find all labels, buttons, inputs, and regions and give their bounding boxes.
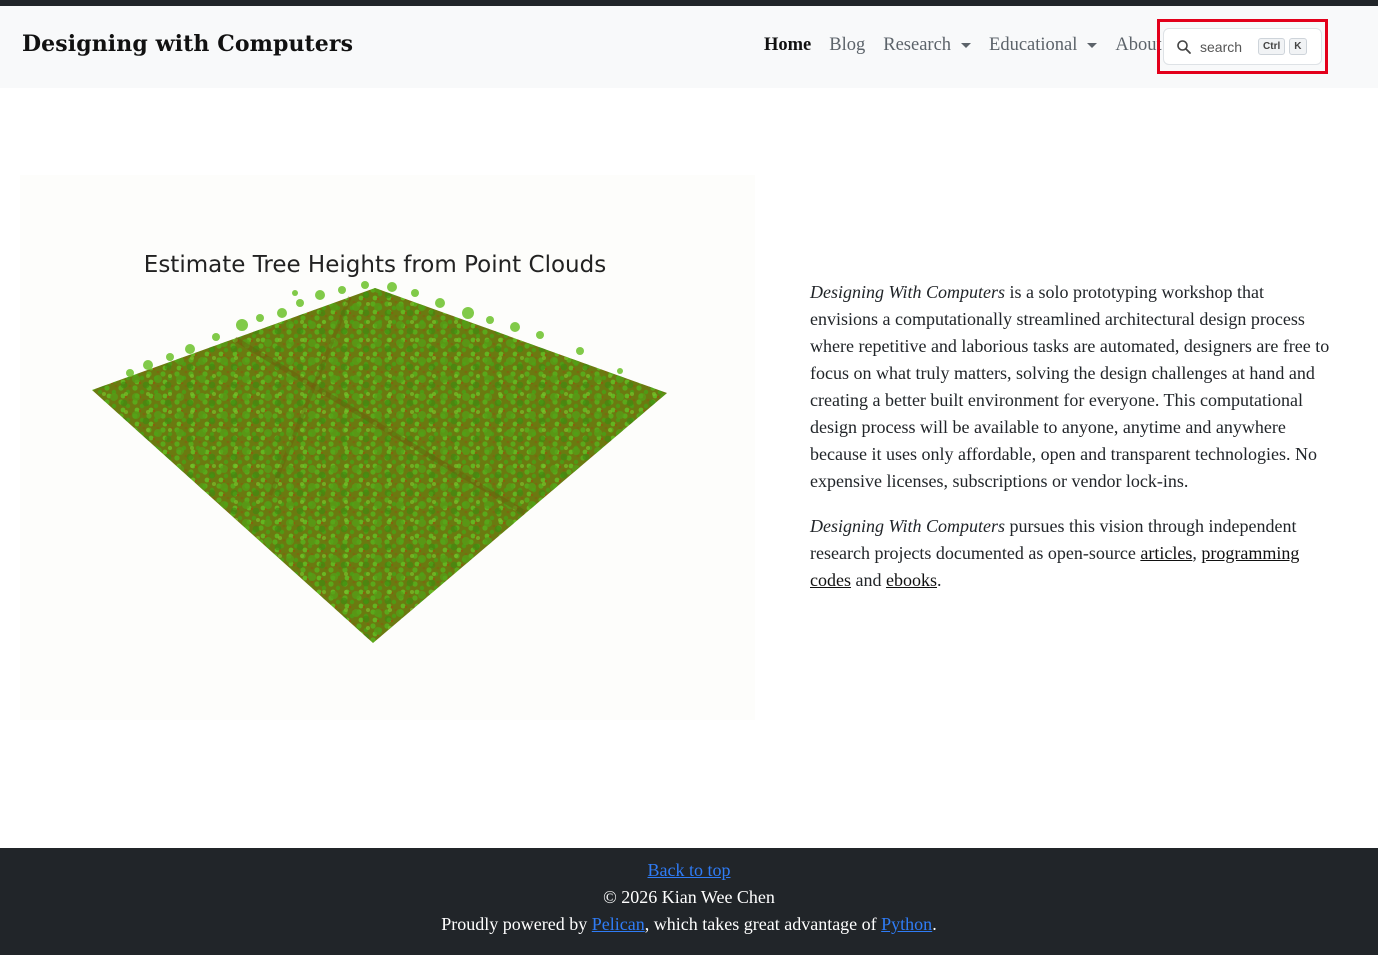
separator-text: , <box>1192 543 1202 563</box>
intro-text: Designing With Computers is a solo proto… <box>810 279 1330 612</box>
separator-text: and <box>850 570 886 590</box>
main-nav: Home Blog Research Educational About <box>764 35 1180 56</box>
powered-by-text: . <box>932 914 937 934</box>
image-caption: Estimate Tree Heights from Point Clouds <box>144 252 606 278</box>
nav-item-blog[interactable]: Blog <box>829 35 865 56</box>
point-cloud-illustration: Estimate Tree Heights from Point Clouds <box>92 252 667 643</box>
ebooks-link[interactable]: ebooks <box>886 570 937 590</box>
site-name-emphasis: Designing With Computers <box>810 282 1006 302</box>
nav-item-research[interactable]: Research <box>883 35 972 56</box>
powered-by-line: Proudly powered by Pelican, which takes … <box>0 911 1378 938</box>
shortcut-key-k: K <box>1289 38 1307 55</box>
search-button[interactable]: search Ctrl K <box>1163 28 1322 65</box>
nav-item-label: Blog <box>829 35 866 55</box>
copyright-text: © 2026 Kian Wee Chen <box>603 887 775 907</box>
nav-item-label: About <box>1115 35 1162 55</box>
intro-paragraph: Designing With Computers is a solo proto… <box>810 279 1330 495</box>
footer: Back to top © 2026 Kian Wee Chen Proudly… <box>0 848 1378 955</box>
caret-down-icon <box>1087 43 1098 48</box>
intro-paragraph-text: is a solo prototyping workshop that envi… <box>810 282 1330 491</box>
pelican-link[interactable]: Pelican <box>592 914 645 934</box>
hero-image: Estimate Tree Heights from Point Clouds <box>20 175 755 720</box>
nav-item-home[interactable]: Home <box>764 35 811 56</box>
intro-paragraph: Designing With Computers pursues this vi… <box>810 513 1330 594</box>
back-to-top-link[interactable]: Back to top <box>648 860 731 880</box>
shortcut-key-ctrl: Ctrl <box>1258 38 1286 55</box>
separator-text: . <box>936 570 942 590</box>
caret-down-icon <box>961 43 972 48</box>
nav-item-label: Home <box>764 35 812 55</box>
nav-item-label: Research <box>883 35 952 55</box>
python-link[interactable]: Python <box>881 914 932 934</box>
site-title[interactable]: Designing with Computers <box>22 31 353 57</box>
navbar: Designing with Computers Home Blog Resea… <box>0 6 1378 88</box>
nav-item-label: Educational <box>989 35 1078 55</box>
powered-by-text: Proudly powered by <box>441 914 592 934</box>
powered-by-text: , which takes great advantage of <box>644 914 882 934</box>
search-highlight-box: search Ctrl K <box>1157 19 1328 74</box>
nav-item-about[interactable]: About <box>1115 35 1161 56</box>
nav-item-educational[interactable]: Educational <box>989 35 1098 56</box>
search-placeholder: search <box>1200 38 1243 55</box>
articles-link[interactable]: articles <box>1140 543 1192 563</box>
site-name-emphasis: Designing With Computers <box>810 516 1006 536</box>
search-icon <box>1176 39 1192 55</box>
